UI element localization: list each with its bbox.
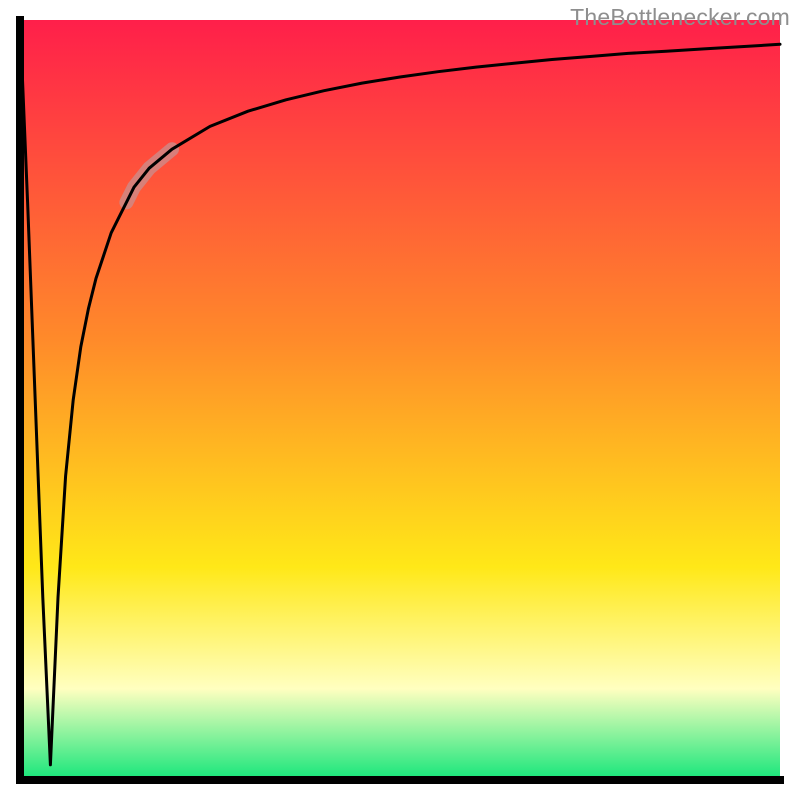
x-axis (16, 776, 784, 784)
chart-root: TheBottlenecker.com (0, 0, 800, 800)
plot-background (20, 20, 780, 780)
chart-svg (0, 0, 800, 800)
y-axis (16, 16, 24, 784)
attribution-text: TheBottlenecker.com (570, 4, 790, 31)
